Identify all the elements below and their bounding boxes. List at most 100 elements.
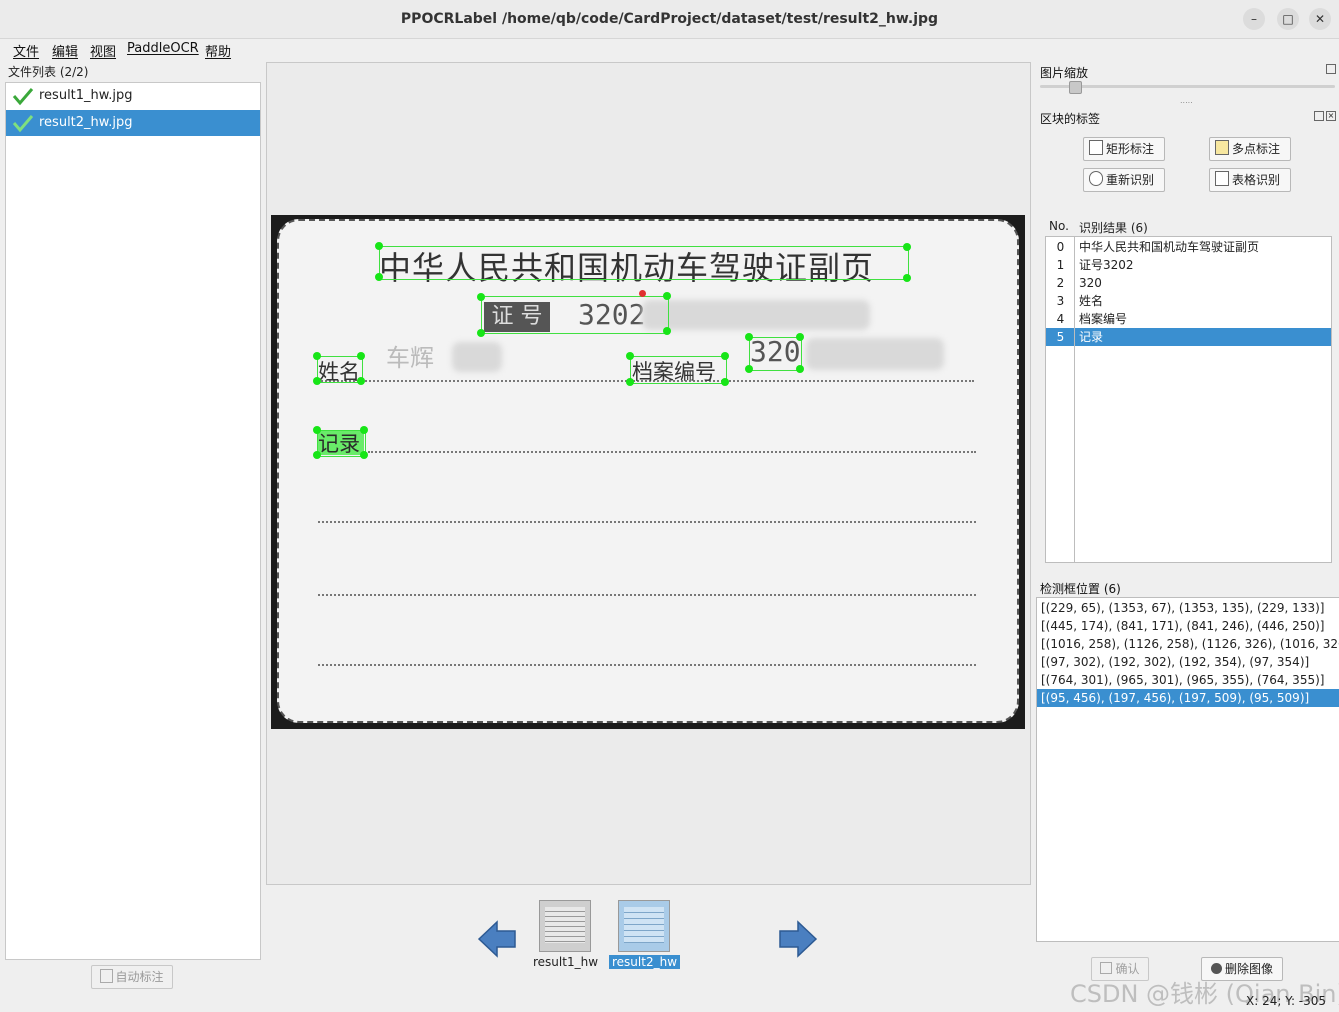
detection-box-cert[interactable] <box>481 296 669 334</box>
next-image-icon[interactable] <box>778 920 818 958</box>
box-vertex[interactable] <box>360 426 368 434</box>
result-no: 0 <box>1056 240 1065 254</box>
result-row-selected[interactable]: 5 记录 <box>1046 328 1331 346</box>
column-divider <box>1074 236 1075 562</box>
box-vertex[interactable] <box>313 352 321 360</box>
result-text: 320 <box>1079 276 1102 290</box>
bbox-position-list[interactable]: [(229, 65), (1353, 67), (1353, 135), (22… <box>1036 597 1339 942</box>
thumbnail-result1[interactable] <box>539 900 591 952</box>
box-vertex[interactable] <box>313 426 321 434</box>
close-button[interactable]: ✕ <box>1309 8 1331 30</box>
box-vertex[interactable] <box>903 243 911 251</box>
result-row[interactable]: 4 档案编号 <box>1046 310 1331 328</box>
bbox-row[interactable]: [(1016, 258), (1126, 258), (1126, 326), … <box>1037 635 1339 653</box>
auto-label-label: 自动标注 <box>115 970 164 984</box>
cursor-coordinates: X: 24; Y: -305 <box>1246 994 1327 1008</box>
box-vertex[interactable] <box>360 451 368 459</box>
float-icon[interactable] <box>1326 64 1336 74</box>
previous-image-icon[interactable] <box>477 920 517 958</box>
form-line <box>368 451 976 453</box>
box-vertex[interactable] <box>313 451 321 459</box>
bbox-row[interactable]: [(97, 302), (192, 302), (192, 354), (97,… <box>1037 653 1339 671</box>
box-vertex[interactable] <box>477 329 485 337</box>
file-list-title: 文件列表 (2/2) <box>8 65 89 79</box>
result-row[interactable]: 3 姓名 <box>1046 292 1331 310</box>
auto-label-button[interactable]: 自动标注 <box>91 965 173 989</box>
file-item-result2[interactable]: result2_hw.jpg <box>6 110 260 136</box>
box-vertex[interactable] <box>375 242 383 250</box>
zoom-panel-title: 图片缩放 <box>1040 66 1089 80</box>
box-vertex[interactable] <box>375 273 383 281</box>
maximize-button[interactable]: □ <box>1277 8 1299 30</box>
polygon-icon <box>1215 140 1229 155</box>
poly-label-button[interactable]: 多点标注 <box>1209 137 1291 161</box>
box-vertex[interactable] <box>663 292 671 300</box>
zoom-slider-handle[interactable] <box>1069 81 1082 94</box>
detection-box-archive[interactable] <box>630 356 727 384</box>
bbox-row[interactable]: [(229, 65), (1353, 67), (1353, 135), (22… <box>1037 599 1339 617</box>
confirm-icon <box>1100 962 1113 974</box>
rect-label: 矩形标注 <box>1106 142 1155 156</box>
box-vertex[interactable] <box>477 293 485 301</box>
table-label: 表格识别 <box>1232 173 1281 187</box>
rect-label-button[interactable]: 矩形标注 <box>1083 137 1165 161</box>
splitter-handle[interactable]: ..... <box>1180 96 1193 105</box>
name-value-text: 车辉 <box>386 344 434 372</box>
detection-box-name[interactable] <box>317 356 363 383</box>
checkmark-icon <box>12 88 34 106</box>
box-vertex[interactable] <box>357 377 365 385</box>
rectangle-icon <box>1089 140 1103 155</box>
box-vertex[interactable] <box>903 274 911 282</box>
result-text: 中华人民共和国机动车驾驶证副页 <box>1079 240 1260 254</box>
result-row[interactable]: 2 320 <box>1046 274 1331 292</box>
menu-view[interactable]: 视图 <box>90 41 116 60</box>
box-vertex[interactable] <box>663 327 671 335</box>
result-text: 记录 <box>1079 330 1104 344</box>
checkmark-icon <box>12 115 34 133</box>
box-vertex[interactable] <box>745 333 753 341</box>
redacted-cert-number <box>642 300 870 330</box>
box-vertex[interactable] <box>626 352 634 360</box>
menu-bar <box>0 39 1339 61</box>
file-item-result1[interactable]: result1_hw.jpg <box>6 83 260 109</box>
box-vertex[interactable] <box>796 333 804 341</box>
file-name: result1_hw.jpg <box>39 88 133 103</box>
thumbnail-result2[interactable] <box>618 900 670 952</box>
reocr-label: 重新识别 <box>1106 173 1155 187</box>
menu-file[interactable]: 文件 <box>13 41 39 60</box>
close-dock-icon[interactable]: × <box>1326 111 1336 121</box>
menu-paddleocr[interactable]: PaddleOCR <box>127 41 199 56</box>
thumbnail-image <box>624 907 664 943</box>
box-vertex[interactable] <box>313 377 321 385</box>
detection-box-record[interactable] <box>317 430 366 457</box>
box-vertex[interactable] <box>721 378 729 386</box>
bbox-row[interactable]: [(445, 174), (841, 171), (841, 246), (44… <box>1037 617 1339 635</box>
result-text: 档案编号 <box>1079 312 1128 326</box>
form-line <box>318 521 976 523</box>
window-title: PPOCRLabel /home/qb/code/CardProject/dat… <box>400 11 939 27</box>
menu-edit[interactable]: 编辑 <box>52 41 78 60</box>
zoom-slider-track[interactable] <box>1040 85 1335 88</box>
result-row[interactable]: 0 中华人民共和国机动车驾驶证副页 <box>1046 238 1331 256</box>
bbox-row-selected[interactable]: [(95, 456), (197, 456), (197, 509), (95,… <box>1037 689 1339 707</box>
box-vertex[interactable] <box>796 365 804 373</box>
box-vertex[interactable] <box>357 352 365 360</box>
file-name: result2_hw.jpg <box>39 115 133 130</box>
detection-box-archive-number[interactable] <box>749 337 802 371</box>
minimize-button[interactable]: – <box>1243 8 1265 30</box>
menu-help[interactable]: 帮助 <box>205 41 231 60</box>
recognition-result-list[interactable]: 0 中华人民共和国机动车驾驶证副页 1 证号3202 2 320 3 姓名 4 档案编号 … <box>1045 236 1332 563</box>
box-vertex[interactable] <box>626 378 634 386</box>
table-recognize-button[interactable]: 表格识别 <box>1209 168 1291 192</box>
bbox-panel-title: 检测框位置 (6) <box>1040 582 1121 596</box>
table-icon <box>1215 171 1229 186</box>
box-vertex[interactable] <box>745 365 753 373</box>
thumbnail-image <box>545 907 585 943</box>
bbox-row[interactable]: [(764, 301), (965, 301), (965, 355), (76… <box>1037 671 1339 689</box>
detection-box-title[interactable] <box>379 246 909 280</box>
float-icon[interactable] <box>1314 111 1324 121</box>
file-list[interactable]: result1_hw.jpg result2_hw.jpg <box>5 82 261 960</box>
result-row[interactable]: 1 证号3202 <box>1046 256 1331 274</box>
re-recognize-button[interactable]: 重新识别 <box>1083 168 1165 192</box>
box-vertex[interactable] <box>721 352 729 360</box>
